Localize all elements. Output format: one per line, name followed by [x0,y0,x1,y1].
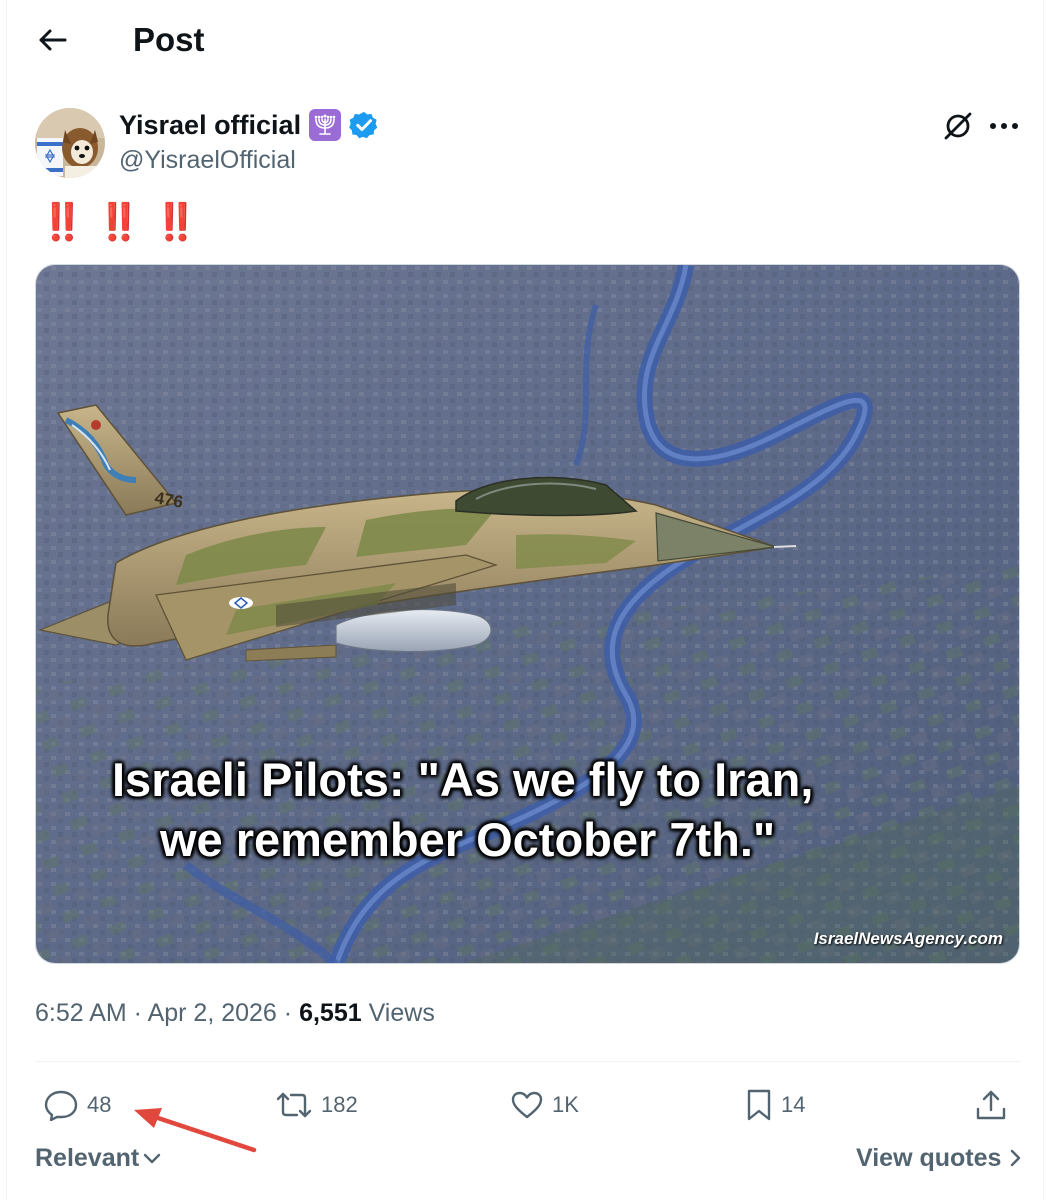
verified-badge-icon [349,110,379,140]
more-dots-icon [990,123,1018,129]
post-time[interactable]: 6:52 AM [35,999,127,1027]
sort-dropdown[interactable]: Relevant [35,1141,163,1175]
like-button[interactable]: 1K [510,1082,579,1128]
chevron-down-icon [144,1153,161,1164]
back-button[interactable] [30,20,74,60]
action-bar: 48 182 1K 14 [0,1082,1049,1128]
sort-label: Relevant [35,1144,140,1172]
share-button[interactable] [974,1082,1008,1128]
author-name-text: Yisrael official [119,110,302,140]
reply-button[interactable]: 48 [43,1082,111,1128]
share-icon [976,1090,1006,1120]
bookmark-button[interactable]: 14 [745,1082,805,1128]
post-text: ‼️ ‼️ ‼️ [40,201,200,242]
author-handle[interactable]: @YisraelOfficial [119,144,296,176]
grok-icon [944,112,972,140]
view-quotes-label: View quotes [856,1144,1002,1172]
image-caption-line-2: we remember October 7th." [160,813,776,866]
bookmark-icon [747,1089,771,1121]
header: Post [0,0,1049,82]
reply-icon [44,1090,78,1121]
repost-count: 182 [321,1092,358,1117]
repost-icon [276,1092,312,1118]
views-label: Views [368,999,435,1027]
repost-button[interactable]: 182 [275,1082,358,1128]
meta-separator-2: · [276,999,300,1027]
grok-button[interactable] [938,106,978,146]
image-watermark: IsraelNewsAgency.com [813,929,1003,948]
menorah-icon [309,109,342,141]
avatar[interactable] [35,108,105,178]
divider [35,1061,1020,1062]
page-title: Post [133,21,205,58]
post-image[interactable]: 476 Israeli Pilots: "As we fly to Iran, … [35,264,1020,964]
view-quotes-link[interactable]: View quotes [856,1141,1023,1175]
chevron-right-icon [1011,1149,1021,1167]
views-count: 6,551 [299,999,362,1027]
post-meta: 6:52 AM · Apr 2, 2026 · 6,551 Views [35,996,435,1030]
arrow-left-icon [39,29,67,51]
author-name[interactable]: Yisrael official [119,108,379,142]
like-count: 1K [552,1092,579,1117]
image-caption-line-1: Israeli Pilots: "As we fly to Iran, [112,753,814,806]
reply-count: 48 [87,1092,112,1117]
bookmark-count: 14 [781,1092,806,1117]
heart-icon [511,1091,543,1119]
more-options-button[interactable] [984,106,1024,146]
meta-separator: · [126,999,148,1027]
post-date[interactable]: Apr 2, 2026 [148,999,277,1027]
